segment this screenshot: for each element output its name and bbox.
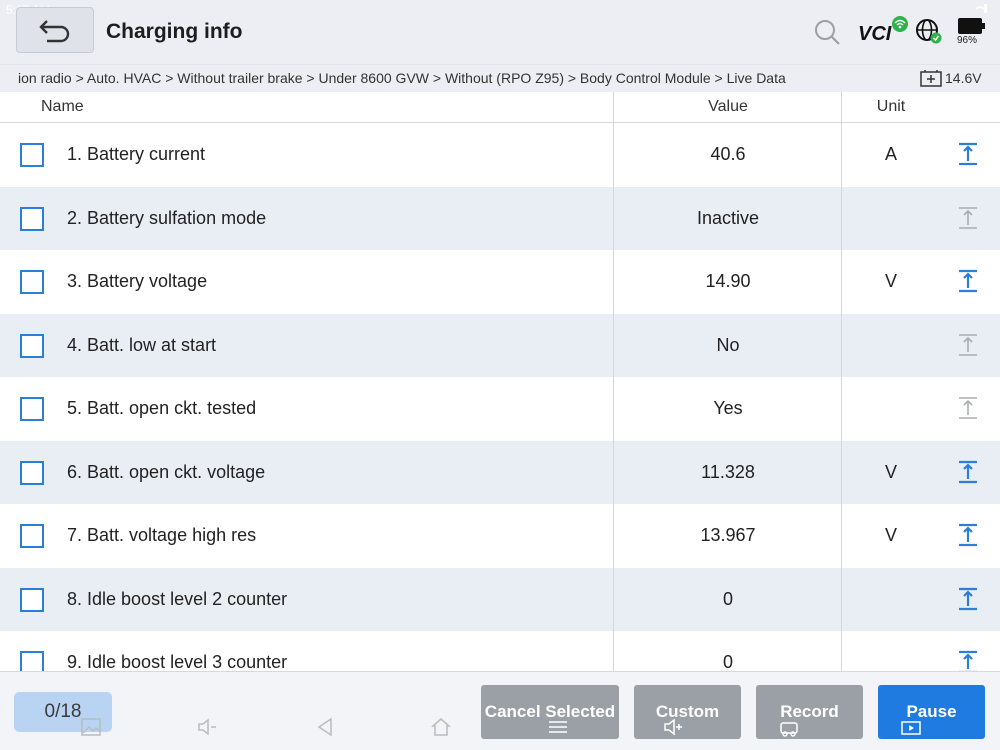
row-checkbox[interactable] [20,460,44,485]
row-checkbox[interactable] [20,143,44,167]
table-row[interactable]: 8. Idle boost level 2 counter 0 [0,567,1000,631]
column-divider [841,92,842,671]
battery-percent: 96% [957,35,978,46]
row-value: No [716,334,740,355]
row-value: 13.967 [700,525,756,545]
table-row[interactable]: 4. Batt. low at start No [0,313,1000,377]
row-checkbox[interactable] [20,651,44,671]
breadcrumb: ion radio > Auto. HVAC > Without trailer… [18,70,786,86]
pause-button[interactable]: Pause [878,685,985,739]
svg-text:VCI: VCI [858,23,892,45]
table-row[interactable]: 7. Batt. voltage high res 13.967 V [0,504,1000,568]
screen-record-icon[interactable] [900,716,922,738]
battery-voltage-icon [920,70,942,87]
breadcrumb-bar: ion radio > Auto. HVAC > Without trailer… [0,64,1000,92]
graph-toggle-icon[interactable] [956,586,980,612]
volume-down-icon[interactable] [196,716,218,738]
row-checkbox[interactable] [20,397,44,421]
back-button[interactable] [16,7,94,53]
row-checkbox[interactable] [20,270,44,294]
row-value: 0 [722,588,733,609]
network-globe-icon[interactable] [914,17,942,45]
table-row[interactable]: 9. Idle boost level 3 counter 0 [0,631,1000,671]
column-divider [613,92,614,671]
nav-menu-icon[interactable] [547,716,569,738]
header-bar: 5:17 AM Charging info VCI 96% [0,0,1000,64]
back-arrow-icon [39,20,70,43]
custom-button[interactable]: Custom [634,685,741,739]
row-name: 5. Batt. open ckt. tested [67,398,257,418]
column-header-name: Name [41,98,84,115]
row-name: 8. Idle boost level 2 counter [67,588,288,609]
row-name: 7. Batt. voltage high res [67,525,257,545]
row-value: 14.90 [705,271,751,291]
nav-back-icon[interactable] [314,716,336,738]
row-value: Inactive [696,207,760,228]
row-unit: V [884,525,897,545]
row-value: Yes [713,398,743,418]
graph-toggle-icon[interactable] [956,522,980,548]
row-value: 40.6 [710,144,746,164]
battery-voltage-readout: 14.6V [945,70,982,86]
row-checkbox[interactable] [20,524,44,548]
vehicle-icon[interactable] [778,716,800,738]
graph-toggle-icon [959,206,977,229]
search-icon[interactable] [813,18,841,46]
row-name: 6. Batt. open ckt. voltage [67,461,266,482]
table-row[interactable]: 5. Batt. open ckt. tested Yes [0,377,1000,441]
screenshot-icon[interactable] [80,716,102,738]
row-unit: V [884,271,897,291]
row-checkbox[interactable] [20,587,44,612]
table-row[interactable]: 6. Batt. open ckt. voltage 11.328 V [0,440,1000,504]
graph-toggle-icon[interactable] [956,649,980,671]
row-name: 3. Battery voltage [67,271,208,291]
column-header-unit: Unit [876,98,906,115]
vci-icon[interactable]: VCI [858,16,908,46]
column-header-value: Value [708,98,748,115]
graph-toggle-icon [959,397,977,419]
volume-up-icon[interactable] [662,716,684,738]
table-row[interactable]: 2. Battery sulfation mode Inactive [0,186,1000,250]
graph-toggle-icon[interactable] [956,459,980,485]
row-name: 4. Batt. low at start [67,334,217,355]
graph-toggle-icon[interactable] [956,141,980,167]
row-value: 11.328 [701,461,755,482]
graph-toggle-icon [959,333,977,356]
row-checkbox[interactable] [20,206,44,231]
table-row[interactable]: 3. Battery voltage 14.90 V [0,250,1000,314]
row-checkbox[interactable] [20,333,44,358]
record-button[interactable]: Record [756,685,863,739]
graph-toggle-icon[interactable] [956,268,980,294]
nav-home-icon[interactable] [430,716,452,738]
row-name: 1. Battery current [67,144,206,164]
table-row[interactable]: 1. Battery current 40.6 A [0,123,1000,187]
footer-toolbar: 0/18 Cancel Selected Custom Record Pause [0,671,1000,750]
page-title: Charging info [106,20,243,43]
row-value: 0 [722,652,733,671]
row-unit: A [884,144,897,164]
row-name: 2. Battery sulfation mode [67,207,267,228]
row-name: 9. Idle boost level 3 counter [67,652,288,671]
row-unit: V [884,461,897,482]
live-data-table[interactable]: 1. Battery current 40.6 A 2. Battery sul… [0,123,1000,671]
